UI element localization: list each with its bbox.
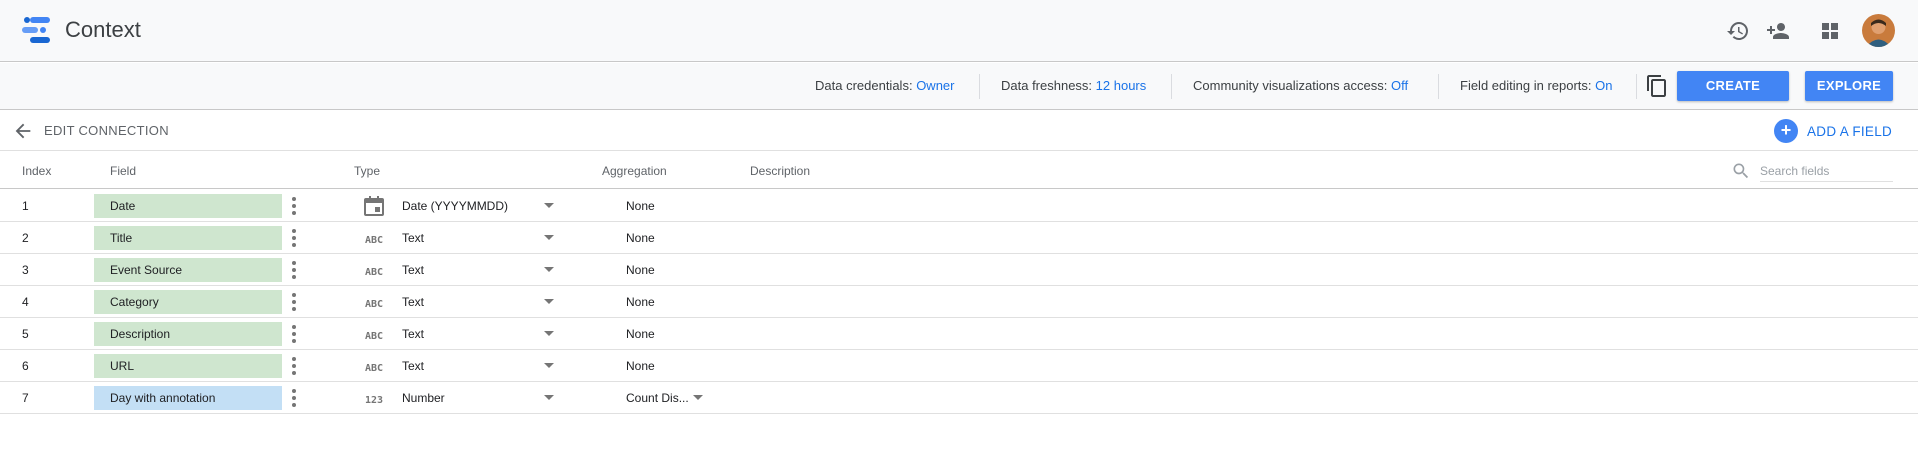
- dropdown-arrow-icon[interactable]: [544, 203, 554, 208]
- field-name-chip[interactable]: Date: [94, 194, 282, 218]
- field-type-select[interactable]: Date (YYYYMMDD): [402, 199, 508, 213]
- field-name-chip[interactable]: Event Source: [94, 258, 282, 282]
- table-row: 1 Date Date (YYYYMMDD) None: [0, 190, 1918, 222]
- more-vert-icon[interactable]: [286, 260, 302, 280]
- create-report-button[interactable]: CREATE REPORT: [1677, 71, 1789, 123]
- number-123-icon: 123: [365, 395, 383, 406]
- more-vert-icon[interactable]: [286, 324, 302, 344]
- copy-icon[interactable]: [1645, 74, 1669, 98]
- row-index: 6: [22, 359, 29, 373]
- app-bar: Context: [0, 0, 1918, 62]
- divider: [1636, 74, 1637, 99]
- row-index: 1: [22, 199, 29, 213]
- column-header-aggregation: Aggregation: [602, 164, 667, 178]
- field-name-chip[interactable]: URL: [94, 354, 282, 378]
- community-visualizations-setting[interactable]: Community visualizations access: Off: [1193, 78, 1408, 93]
- aggregation-value: None: [626, 295, 655, 309]
- svg-text:123: 123: [365, 395, 383, 406]
- aggregation-value: None: [626, 231, 655, 245]
- column-header-description: Description: [750, 164, 811, 178]
- aggregation-select[interactable]: Count Dis...: [626, 391, 689, 405]
- field-name-chip[interactable]: Day with annotation: [94, 386, 282, 410]
- field-type-select[interactable]: Text: [402, 231, 424, 245]
- table-row: 4 Category ABC Text None: [0, 286, 1918, 318]
- abc-text-icon: ABC: [365, 267, 383, 278]
- table-row: 3 Event Source ABC Text None: [0, 254, 1918, 286]
- svg-text:ABC: ABC: [365, 299, 383, 310]
- field-editing-setting[interactable]: Field editing in reports: On: [1460, 78, 1612, 93]
- app-title: Context: [65, 17, 141, 42]
- data-credentials-setting[interactable]: Data credentials: Owner: [815, 78, 954, 93]
- explore-button[interactable]: EXPLORE: [1805, 71, 1893, 101]
- edit-connection-title[interactable]: EDIT CONNECTION: [44, 123, 169, 138]
- more-vert-icon[interactable]: [286, 196, 302, 216]
- svg-text:ABC: ABC: [365, 235, 383, 246]
- data-freshness-setting[interactable]: Data freshness: 12 hours: [1001, 78, 1146, 93]
- edit-connection-bar: EDIT CONNECTION + ADD A FIELD: [0, 111, 1918, 151]
- data-source-info-bar: Data credentials: Owner Data freshness: …: [0, 63, 1918, 123]
- field-type-select[interactable]: Number: [402, 391, 445, 405]
- add-icon: +: [1774, 119, 1798, 143]
- calendar-icon: [364, 196, 384, 216]
- more-vert-icon[interactable]: [286, 228, 302, 248]
- avatar[interactable]: [1862, 14, 1895, 47]
- search-fields-input[interactable]: [1760, 160, 1893, 182]
- person-add-icon[interactable]: [1766, 19, 1790, 43]
- svg-text:ABC: ABC: [365, 331, 383, 342]
- add-a-field-label: ADD A FIELD: [1807, 124, 1893, 139]
- svg-text:ABC: ABC: [365, 363, 383, 374]
- search-icon: [1733, 163, 1749, 179]
- svg-text:ABC: ABC: [365, 267, 383, 278]
- field-type-select[interactable]: Text: [402, 327, 424, 341]
- field-name-chip[interactable]: Description: [94, 322, 282, 346]
- column-header-index: Index: [22, 164, 52, 178]
- dropdown-arrow-icon[interactable]: [544, 331, 554, 336]
- divider: [1171, 74, 1172, 99]
- abc-text-icon: ABC: [365, 331, 383, 342]
- aggregation-value: None: [626, 359, 655, 373]
- more-vert-icon[interactable]: [286, 356, 302, 376]
- looker-studio-logo[interactable]: [22, 16, 52, 44]
- column-header-field: Field: [110, 164, 137, 178]
- history-icon[interactable]: [1726, 19, 1750, 43]
- more-vert-icon[interactable]: [286, 388, 302, 408]
- more-vert-icon[interactable]: [286, 292, 302, 312]
- divider: [1438, 74, 1439, 99]
- dropdown-arrow-icon[interactable]: [544, 235, 554, 240]
- row-index: 5: [22, 327, 29, 341]
- data-credentials-value[interactable]: Owner: [916, 78, 954, 93]
- apps-grid-icon[interactable]: [1818, 19, 1842, 43]
- row-index: 3: [22, 263, 29, 277]
- field-name-chip[interactable]: Title: [94, 226, 282, 250]
- row-index: 2: [22, 231, 29, 245]
- dropdown-arrow-icon[interactable]: [544, 363, 554, 368]
- field-editing-value[interactable]: On: [1595, 78, 1612, 93]
- aggregation-value: None: [626, 263, 655, 277]
- column-header-type: Type: [354, 164, 381, 178]
- field-name-chip[interactable]: Category: [94, 290, 282, 314]
- divider: [979, 74, 980, 99]
- table-row: 2 Title ABC Text None: [0, 222, 1918, 254]
- community-visualizations-value[interactable]: Off: [1391, 78, 1408, 93]
- table-row: 7 Day with annotation 123 Number Count D…: [0, 382, 1918, 414]
- row-index: 7: [22, 391, 29, 405]
- table-row: 6 URL ABC Text None: [0, 350, 1918, 382]
- field-type-select[interactable]: Text: [402, 295, 424, 309]
- dropdown-arrow-icon[interactable]: [544, 395, 554, 400]
- abc-text-icon: ABC: [365, 235, 383, 246]
- data-freshness-value[interactable]: 12 hours: [1096, 78, 1147, 93]
- arrow-back-icon[interactable]: [12, 120, 34, 142]
- field-type-select[interactable]: Text: [402, 263, 424, 277]
- table-row: 5 Description ABC Text None: [0, 318, 1918, 350]
- field-type-select[interactable]: Text: [402, 359, 424, 373]
- dropdown-arrow-icon[interactable]: [544, 267, 554, 272]
- abc-text-icon: ABC: [365, 299, 383, 310]
- abc-text-icon: ABC: [365, 363, 383, 374]
- row-index: 4: [22, 295, 29, 309]
- aggregation-value: None: [626, 327, 655, 341]
- fields-table-header: Index Field Type Aggregation Description: [0, 152, 1918, 189]
- dropdown-arrow-icon[interactable]: [693, 395, 703, 400]
- aggregation-value: None: [626, 199, 655, 213]
- dropdown-arrow-icon[interactable]: [544, 299, 554, 304]
